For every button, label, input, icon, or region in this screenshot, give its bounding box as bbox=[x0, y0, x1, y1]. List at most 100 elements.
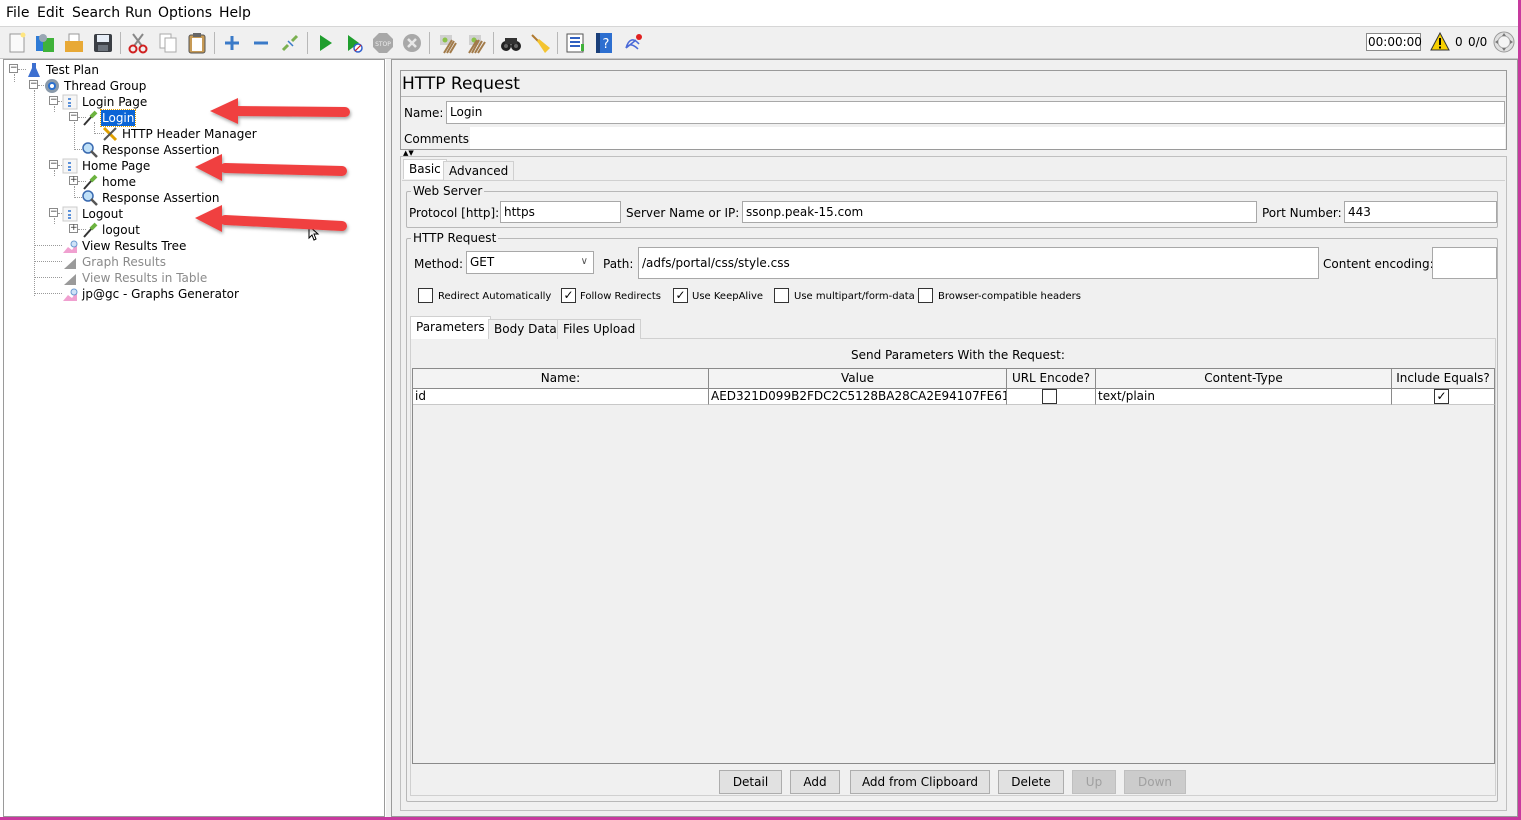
assertion-icon bbox=[82, 142, 98, 158]
content-encoding-field[interactable] bbox=[1432, 247, 1497, 279]
delete-button[interactable]: Delete bbox=[998, 770, 1064, 794]
tree-item-login-page[interactable]: Login Page bbox=[62, 94, 148, 110]
tab-parameters[interactable]: Parameters bbox=[410, 316, 491, 339]
path-field[interactable]: /adfs/portal/css/style.css bbox=[638, 247, 1319, 279]
elapsed-time: 00:00:00 bbox=[1366, 33, 1422, 51]
expand-toggle[interactable]: + bbox=[69, 176, 78, 185]
new-button[interactable] bbox=[5, 31, 29, 55]
port-field[interactable]: 443 bbox=[1344, 201, 1497, 223]
toolbar-separator bbox=[120, 32, 121, 54]
tree-item-thread-group[interactable]: Thread Group bbox=[44, 78, 147, 94]
help-button[interactable]: ? bbox=[592, 31, 616, 55]
start-button[interactable] bbox=[313, 31, 337, 55]
comments-field[interactable] bbox=[470, 127, 1505, 149]
add-button[interactable]: Add bbox=[790, 770, 840, 794]
column-header-name[interactable]: Name: bbox=[413, 369, 709, 389]
tab-advanced[interactable]: Advanced bbox=[443, 161, 515, 181]
save-icon bbox=[94, 34, 112, 52]
use-multipart-checkbox[interactable] bbox=[774, 288, 789, 303]
column-header-url-encode[interactable]: URL Encode? bbox=[1007, 369, 1096, 389]
menu-file[interactable]: File bbox=[6, 5, 29, 21]
cut-button[interactable] bbox=[126, 31, 150, 55]
protocol-field[interactable]: https bbox=[500, 201, 621, 223]
menu-search[interactable]: Search bbox=[72, 5, 120, 21]
tree-item-graphs-generator[interactable]: jp@gc - Graphs Generator bbox=[62, 286, 240, 302]
name-field[interactable]: Login bbox=[446, 101, 1505, 124]
cell-content-type[interactable]: text/plain bbox=[1096, 389, 1392, 405]
cell-url-encode[interactable] bbox=[1007, 389, 1096, 405]
tree-item-view-results-tree[interactable]: View Results Tree bbox=[62, 238, 187, 254]
collapse-toggle[interactable]: − bbox=[9, 64, 18, 73]
down-button[interactable]: Down bbox=[1124, 770, 1186, 794]
open-button[interactable] bbox=[62, 31, 86, 55]
shutdown-icon bbox=[403, 34, 421, 52]
menu-help[interactable]: Help bbox=[219, 5, 251, 21]
tree-item-http-header-manager[interactable]: HTTP Header Manager bbox=[102, 126, 258, 142]
add-from-clipboard-button[interactable]: Add from Clipboard bbox=[850, 770, 990, 794]
tree-item-home[interactable]: home bbox=[82, 174, 137, 190]
toggle-icon bbox=[281, 34, 299, 52]
menu-edit[interactable]: Edit bbox=[37, 5, 64, 21]
cell-name[interactable]: id bbox=[413, 389, 709, 405]
toggle-button[interactable] bbox=[278, 31, 302, 55]
test-plan-icon bbox=[26, 62, 42, 78]
column-header-value[interactable]: Value bbox=[709, 369, 1007, 389]
parameters-title: Send Parameters With the Request: bbox=[851, 348, 1065, 362]
browser-compatible-headers-checkbox[interactable] bbox=[918, 288, 933, 303]
paste-button[interactable] bbox=[185, 31, 209, 55]
toolbar-separator bbox=[429, 32, 430, 54]
protocol-label: Protocol [http]: bbox=[409, 206, 500, 220]
collapse-toggle[interactable]: − bbox=[49, 208, 58, 217]
up-button[interactable]: Up bbox=[1072, 770, 1116, 794]
cell-value[interactable]: AED321D099B2FDC2C5128BA28CA2E94107FE610.… bbox=[709, 389, 1007, 405]
tree-item-response-assertion[interactable]: Response Assertion bbox=[82, 190, 220, 206]
method-select[interactable]: GET ∨ bbox=[466, 251, 594, 274]
menu-options[interactable]: Options bbox=[158, 5, 212, 21]
search-button[interactable] bbox=[499, 31, 523, 55]
include-equals-checkbox[interactable]: ✓ bbox=[1434, 389, 1449, 404]
reset-search-button[interactable] bbox=[528, 31, 552, 55]
clear-all-button[interactable] bbox=[464, 31, 488, 55]
http-sampler-icon bbox=[82, 174, 98, 190]
clear-button[interactable] bbox=[435, 31, 459, 55]
cell-include-equals[interactable]: ✓ bbox=[1392, 389, 1495, 405]
follow-redirects-checkbox[interactable]: ✓ bbox=[561, 288, 576, 303]
tree-item-login[interactable]: Login bbox=[82, 109, 137, 127]
tree-item-test-plan[interactable]: Test Plan bbox=[26, 62, 100, 78]
column-header-include-equals[interactable]: Include Equals? bbox=[1392, 369, 1495, 389]
path-label: Path: bbox=[603, 257, 634, 271]
redirect-automatically-checkbox[interactable] bbox=[418, 288, 433, 303]
expand-button[interactable] bbox=[220, 31, 244, 55]
stop-button[interactable]: STOP bbox=[371, 31, 395, 55]
tree-item-graph-results[interactable]: Graph Results bbox=[62, 254, 167, 270]
tree-item-home-page[interactable]: Home Page bbox=[62, 158, 151, 174]
function-helper-button[interactable] bbox=[563, 31, 587, 55]
use-keepalive-checkbox[interactable]: ✓ bbox=[673, 288, 688, 303]
save-button[interactable] bbox=[91, 31, 115, 55]
start-no-pauses-button[interactable] bbox=[342, 31, 366, 55]
tab-files-upload[interactable]: Files Upload bbox=[557, 319, 642, 339]
column-header-content-type[interactable]: Content-Type bbox=[1096, 369, 1392, 389]
shutdown-button[interactable] bbox=[400, 31, 424, 55]
collapse-toggle[interactable]: − bbox=[49, 96, 58, 105]
expand-toggle[interactable]: + bbox=[69, 224, 78, 233]
tab-basic[interactable]: Basic bbox=[403, 159, 447, 179]
tree-item-logout[interactable]: logout bbox=[82, 222, 141, 238]
server-field[interactable]: ssonp.peak-15.com bbox=[742, 201, 1257, 223]
tree-item-response-assertion[interactable]: Response Assertion bbox=[82, 142, 220, 158]
collapse-button[interactable] bbox=[249, 31, 273, 55]
detail-button[interactable]: Detail bbox=[719, 770, 782, 794]
plugins-manager-button[interactable] bbox=[621, 31, 645, 55]
copy-button[interactable] bbox=[156, 31, 180, 55]
tree-item-logout-controller[interactable]: Logout bbox=[62, 206, 124, 222]
collapse-toggle[interactable]: − bbox=[69, 112, 78, 121]
paste-icon bbox=[188, 33, 206, 54]
collapse-toggle[interactable]: − bbox=[49, 160, 58, 169]
collapse-toggle[interactable]: − bbox=[29, 80, 38, 89]
menu-run[interactable]: Run bbox=[125, 5, 152, 21]
warning-icon[interactable] bbox=[1430, 31, 1450, 55]
tree-item-view-results-in-table[interactable]: View Results in Table bbox=[62, 270, 208, 286]
url-encode-checkbox[interactable] bbox=[1042, 389, 1057, 404]
tab-body-data[interactable]: Body Data bbox=[488, 319, 563, 339]
templates-button[interactable] bbox=[33, 31, 57, 55]
